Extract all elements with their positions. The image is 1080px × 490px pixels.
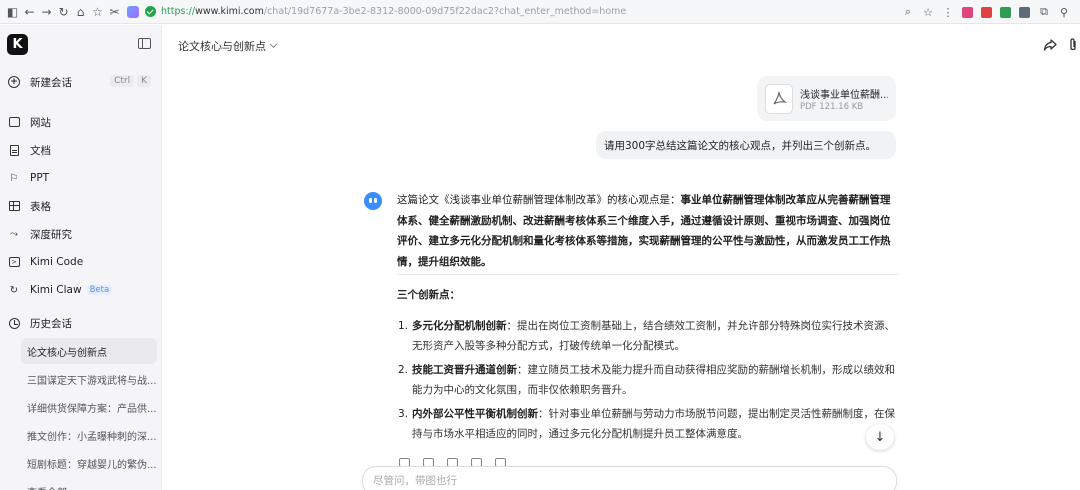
pdf-icon <box>765 84 793 114</box>
answer-intro: 这篇论文《浅谈事业单位薪酬管理体制改革》的核心观点是： <box>397 194 681 206</box>
attachment-meta: PDF 121.16 KB <box>800 102 864 112</box>
extension-icon[interactable] <box>1019 6 1030 18</box>
screenshot-icon[interactable]: ✂ <box>106 3 123 21</box>
history-header[interactable]: 历史会话 <box>3 312 157 334</box>
secure-icon <box>145 6 156 17</box>
shortcut-hint: Ctrl K <box>110 75 151 87</box>
kimi-logo[interactable]: K <box>7 34 28 55</box>
home-icon[interactable]: ⌂ <box>72 3 89 21</box>
history-item[interactable]: 推文创作：小孟曝种刺的深... <box>21 422 157 448</box>
collapse-sidebar-icon[interactable] <box>138 38 151 49</box>
divider <box>397 274 899 275</box>
table-icon <box>8 200 20 212</box>
site-favicon-icon <box>127 5 139 18</box>
back-icon[interactable]: ← <box>21 3 38 21</box>
ppt-icon: ⚐ <box>9 172 19 184</box>
address-bar[interactable]: https://www.kimi.com/chat/19d7677a-3be2-… <box>145 3 626 21</box>
tab-strip-icon[interactable]: ◧ <box>4 3 21 21</box>
extensions-puzzle-icon[interactable]: ⧉ <box>1038 5 1050 18</box>
chat-title-dropdown[interactable]: 论文核心与创新点 <box>178 38 278 54</box>
forward-icon[interactable]: → <box>38 3 55 21</box>
clock-icon <box>8 317 20 329</box>
new-chat-button[interactable]: + 新建会话 Ctrl K <box>3 70 157 94</box>
extension-icon[interactable] <box>981 6 992 18</box>
sidebar-item-docs[interactable]: 文档 <box>3 139 157 161</box>
sidebar: K + 新建会话 Ctrl K 网站 文档 ⚐ PPT 表格 ⤳ 深度研究 > … <box>0 25 162 490</box>
list-item: 1. 多元化分配机制创新：提出在岗位工资制基础上，结合绩效工资制，并允许部分特殊岗… <box>398 320 895 352</box>
sidebar-item-kimi-code[interactable]: > Kimi Code <box>3 251 157 273</box>
reload-icon[interactable]: ↻ <box>55 3 72 21</box>
sidebar-item-research[interactable]: ⤳ 深度研究 <box>3 223 157 245</box>
extension-icon[interactable] <box>1000 6 1011 18</box>
sidebar-item-website[interactable]: 网站 <box>3 111 157 133</box>
section-title: 三个创新点： <box>397 289 460 301</box>
sidebar-item-kimi-claw[interactable]: ↻ Kimi Claw Beta <box>3 279 157 301</box>
attachment-icon[interactable] <box>1068 37 1078 52</box>
share-icon[interactable] <box>1043 38 1057 52</box>
attachment-card[interactable]: 浅谈事业单位薪酬... PDF 121.16 KB <box>757 76 896 121</box>
attachment-name: 浅谈事业单位薪酬... <box>800 90 888 101</box>
profile-icon[interactable]: ⚲ <box>1058 6 1070 19</box>
history-item[interactable]: 论文核心与创新点 <box>21 338 157 364</box>
chat-input[interactable] <box>373 475 873 487</box>
history-item[interactable]: 短剧标题：穿越婴儿的繁伪... <box>21 450 157 476</box>
list-item: 2. 技能工资晋升通道创新：建立随员工技术及能力提升而自动获得相应奖励的薪酬增长机… <box>398 364 895 396</box>
arrow-down-icon: ↓ <box>874 429 886 445</box>
claw-icon: ↻ <box>9 284 19 296</box>
history-view-all[interactable]: 查看全部 <box>21 478 157 490</box>
sidebar-item-table[interactable]: 表格 <box>3 195 157 217</box>
list-item: 3. 内外部公平性平衡机制创新：针对事业单位薪酬与劳动力市场脱节问题，提出制定灵活… <box>398 408 895 440</box>
zoom-icon[interactable]: ⌕ <box>902 5 914 18</box>
extension-icon[interactable] <box>962 6 973 18</box>
history-item[interactable]: 三国谋定天下游戏武将与战... <box>21 366 157 392</box>
plus-icon: + <box>8 76 20 88</box>
website-icon <box>8 116 20 128</box>
browser-toolbar: ◧ ← → ↻ ⌂ ☆ ✂ https://www.kimi.com/chat/… <box>0 0 1080 24</box>
page-title: 论文核心与创新点 <box>178 40 266 53</box>
scroll-down-button[interactable]: ↓ <box>866 424 894 450</box>
assistant-answer: 这篇论文《浅谈事业单位薪酬管理体制改革》的核心观点是：事业单位薪酬管理体制改革应… <box>397 190 900 272</box>
url-text[interactable]: https://www.kimi.com/chat/19d7677a-3be2-… <box>161 6 626 17</box>
chevron-down-icon <box>269 40 278 49</box>
user-message: 请用300字总结这篇论文的核心观点，并列出三个创新点。 <box>596 131 896 159</box>
sidebar-item-ppt[interactable]: ⚐ PPT <box>3 167 157 189</box>
research-icon: ⤳ <box>10 228 18 240</box>
star-icon[interactable]: ☆ <box>922 6 934 19</box>
chat-input-box[interactable] <box>362 466 897 490</box>
beta-badge: Beta <box>86 285 113 295</box>
menu-dots-icon[interactable]: ⋮ <box>942 6 954 19</box>
document-icon <box>8 144 20 156</box>
bookmark-icon[interactable]: ☆ <box>89 3 106 21</box>
code-icon: > <box>8 256 20 268</box>
history-item[interactable]: 详细供货保障方案：产品供... <box>21 394 157 420</box>
kimi-avatar-icon <box>364 192 382 210</box>
